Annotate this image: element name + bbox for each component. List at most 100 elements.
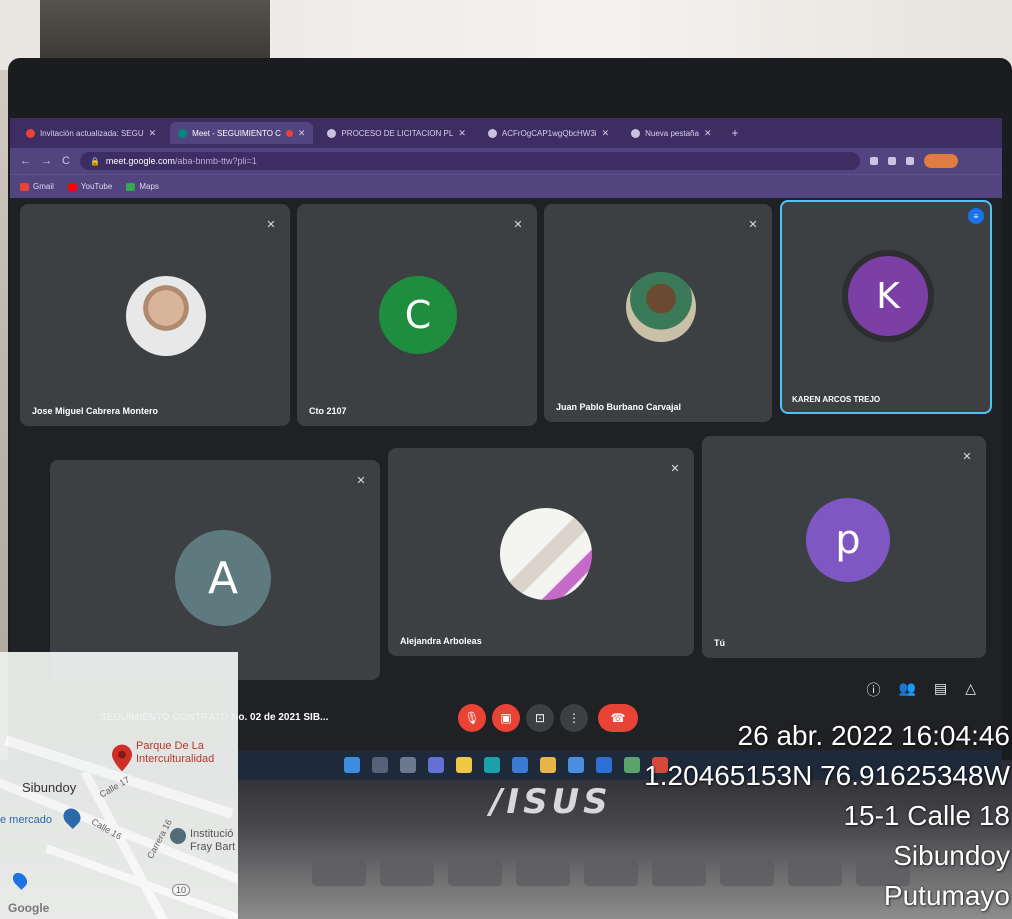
- globe-icon: [487, 128, 497, 138]
- tab-label: PROCESO DE LICITACION PL: [341, 128, 454, 138]
- windows-start-icon[interactable]: [344, 757, 360, 773]
- mail-icon[interactable]: [568, 757, 584, 773]
- address-bar[interactable]: 🔒 meet.google.com/aba-bnmb-ttw?pli=1: [79, 152, 860, 170]
- participant-tile[interactable]: C ✕ Cto 2107: [297, 204, 537, 426]
- participant-tile[interactable]: ✕ Jose Miguel Cabrera Montero: [20, 204, 290, 426]
- folder-icon[interactable]: [456, 757, 472, 773]
- participant-name: Juan Pablo Burbano Carvajal: [556, 402, 682, 412]
- extension-icon[interactable]: [869, 157, 878, 165]
- participant-tile[interactable]: p ✕ Tú: [702, 436, 986, 658]
- edge-icon[interactable]: [484, 757, 500, 773]
- location-map: Parque De La Interculturalidad Sibundoy …: [0, 652, 238, 919]
- gmail-icon: [20, 182, 29, 191]
- app-icon[interactable]: [624, 757, 640, 773]
- close-icon[interactable]: ✕: [602, 128, 610, 139]
- tab-meet[interactable]: Meet - SEGUIMIENTO C ✕: [170, 122, 314, 144]
- recording-icon: [285, 129, 293, 137]
- chat-icon[interactable]: ▤: [934, 680, 947, 700]
- task-view-icon[interactable]: [400, 757, 416, 773]
- forward-arrow-icon[interactable]: →: [41, 155, 52, 167]
- tab-invitation[interactable]: Invitación actualizada: SEGU ✕: [18, 122, 164, 144]
- bookmark-label: YouTube: [80, 182, 113, 191]
- info-icon[interactable]: ⓘ: [867, 680, 881, 700]
- extension-icon[interactable]: [887, 157, 896, 165]
- speaking-indicator-icon: ≡: [968, 208, 984, 224]
- close-icon[interactable]: ✕: [298, 128, 306, 139]
- mic-off-icon: ✕: [748, 219, 758, 231]
- search-icon[interactable]: [372, 757, 388, 773]
- bookmark-gmail[interactable]: Gmail: [20, 182, 54, 191]
- url-path: /aba-bnmb-ttw?pli=1: [174, 156, 257, 166]
- participant-tile[interactable]: A ✕: [50, 460, 380, 680]
- tab-label: Meet - SEGUIMIENTO C: [192, 128, 281, 138]
- bookmark-youtube[interactable]: YouTube: [67, 182, 113, 191]
- tab-document[interactable]: ACFrOgCAP1wgQbcHW3i ✕: [480, 122, 617, 144]
- maps-icon: [126, 182, 136, 191]
- bookmark-maps[interactable]: Maps: [126, 182, 159, 191]
- participant-avatar: A: [175, 530, 271, 626]
- close-icon[interactable]: ✕: [704, 128, 712, 139]
- chrome-icon[interactable]: [540, 757, 556, 773]
- participant-tile[interactable]: ✕ Alejandra Arboleas: [388, 448, 694, 656]
- browser-toolbar: ← → C 🔒 meet.google.com/aba-bnmb-ttw?pli…: [10, 148, 1002, 174]
- gps-region: Putumayo: [883, 880, 1010, 911]
- close-icon[interactable]: ✕: [458, 128, 466, 139]
- wall-shadow: [40, 0, 270, 66]
- map-road: [45, 844, 238, 919]
- more-options-button[interactable]: ⋮: [560, 704, 588, 732]
- bookmark-label: Gmail: [33, 182, 54, 191]
- store-icon[interactable]: [512, 757, 528, 773]
- participant-avatar: K: [848, 256, 928, 336]
- tab-label: Invitación actualizada: SEGU: [40, 128, 144, 138]
- bookmark-label: Maps: [139, 182, 159, 191]
- new-tab-button[interactable]: +: [726, 126, 745, 140]
- globe-icon: [631, 128, 641, 138]
- app-icon[interactable]: [596, 757, 612, 773]
- bookmarks-bar: Gmail YouTube Maps: [10, 174, 1002, 198]
- url-host: meet.google.com: [105, 156, 175, 166]
- map-market-label: e mercado: [0, 814, 52, 826]
- browser-tab-bar: Invitación actualizada: SEGU ✕ Meet - SE…: [10, 118, 1002, 148]
- participant-name: Alejandra Arboleas: [400, 636, 482, 646]
- meet-side-icons: ⓘ 👥 ▤ △: [867, 680, 976, 700]
- participant-name: Jose Miguel Cabrera Montero: [32, 406, 159, 416]
- profile-button[interactable]: [923, 154, 958, 168]
- tab-label: ACFrOgCAP1wgQbcHW3i: [501, 128, 597, 138]
- puzzle-icon[interactable]: [905, 157, 914, 165]
- tab-new[interactable]: Nueva pestaña ✕: [623, 122, 719, 144]
- close-icon[interactable]: ✕: [149, 128, 157, 139]
- mic-toggle-button[interactable]: 🎙: [458, 704, 486, 732]
- map-poi-school: Institució Fray Bart: [190, 828, 236, 853]
- activities-icon[interactable]: △: [965, 680, 976, 700]
- mic-off-icon: ✕: [962, 451, 972, 463]
- google-logo: Google: [8, 901, 50, 915]
- chat-icon[interactable]: [428, 757, 444, 773]
- mic-off-icon: ✕: [513, 219, 523, 231]
- gps-coordinates: 1.20465153N 76.91625348W: [644, 760, 1010, 791]
- reload-icon[interactable]: C: [62, 155, 70, 167]
- participant-photo: [126, 276, 206, 356]
- youtube-icon: [67, 182, 77, 191]
- participant-image: [500, 508, 592, 600]
- gps-address: 15-1 Calle 18: [843, 800, 1010, 831]
- people-icon[interactable]: 👥: [899, 680, 916, 700]
- participant-tile[interactable]: K ≡ KAREN ARCOS TREJO: [780, 200, 992, 414]
- map-poi-park: Parque De La Interculturalidad: [136, 740, 215, 765]
- back-arrow-icon[interactable]: ←: [20, 155, 31, 167]
- tab-licitacion[interactable]: PROCESO DE LICITACION PL ✕: [319, 122, 473, 144]
- participant-tile[interactable]: ✕ Juan Pablo Burbano Carvajal: [544, 204, 772, 422]
- school-pin-icon: [170, 828, 186, 844]
- participant-name: KAREN ARCOS TREJO: [792, 395, 881, 404]
- leave-call-button[interactable]: ☎: [598, 704, 638, 732]
- gmail-icon: [26, 128, 35, 138]
- gps-city: Sibundoy: [893, 840, 1010, 871]
- map-pin-icon: [10, 870, 30, 890]
- camera-toggle-button[interactable]: ▣: [492, 704, 520, 732]
- tab-label: Nueva pestaña: [645, 128, 699, 138]
- mic-off-icon: ✕: [356, 475, 366, 487]
- meet-icon: [178, 128, 188, 138]
- mic-off-icon: ✕: [670, 463, 680, 475]
- participant-avatar: p: [806, 498, 890, 582]
- present-button[interactable]: ⊡: [526, 704, 554, 732]
- map-town-label: Sibundoy: [22, 780, 77, 795]
